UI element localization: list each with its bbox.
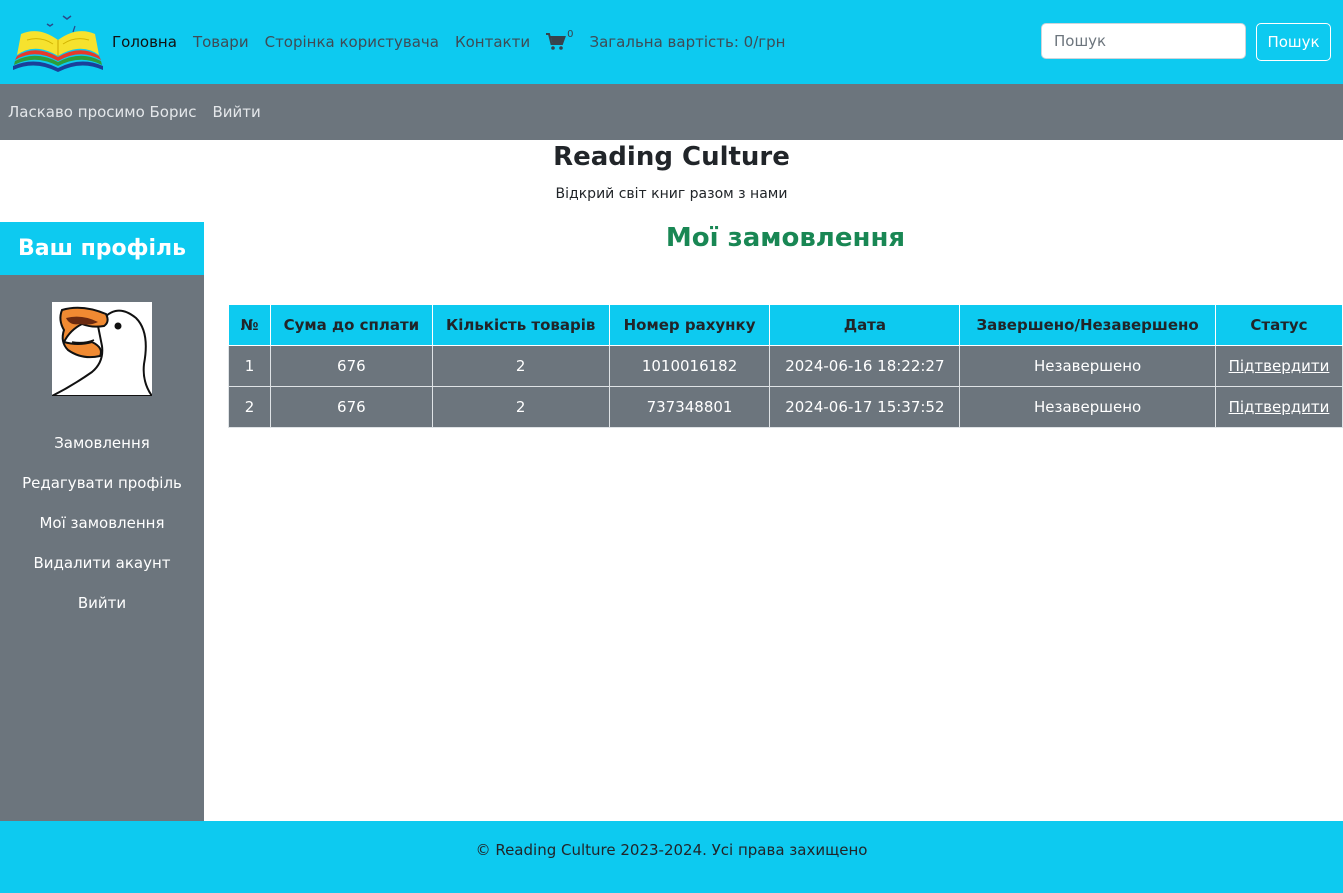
welcome-text: Ласкаво просимо Борис (8, 103, 197, 121)
column-header: Дата (769, 304, 961, 346)
footer-text: © Reading Culture 2023-2024. Усі права з… (475, 841, 868, 859)
search-input[interactable] (1041, 23, 1246, 59)
cart-button[interactable]: 0 (546, 29, 573, 51)
column-header: Завершено/Незавершено (959, 304, 1216, 346)
top-navbar: Головна Товари Сторінка користувача Конт… (0, 0, 1343, 84)
table-cell: 676 (269, 386, 433, 428)
column-header: Кількість товарів (431, 304, 610, 346)
cart-count: 0 (567, 29, 574, 40)
table-cell: Підтвердити (1214, 386, 1343, 428)
main-nav: Головна Товари Сторінка користувача Конт… (112, 0, 785, 84)
sidebar-title: Ваш профіль (0, 222, 204, 275)
confirm-order-link[interactable]: Підтвердити (1229, 398, 1330, 416)
sidebar-menu: Замовлення Редагувати профіль Мої замовл… (0, 428, 204, 628)
table-row: 2 676 2 737348801 2024-06-17 15:37:52 Не… (228, 386, 1343, 428)
avatar-goose-icon (51, 302, 154, 397)
table-cell: 1 (228, 345, 271, 387)
search-button[interactable]: Пошук (1256, 23, 1331, 61)
site-title: Reading Culture (553, 142, 790, 172)
sidebar-item-my-orders[interactable]: Мої замовлення (0, 508, 204, 548)
table-cell: Незавершено (959, 386, 1216, 428)
table-cell: 676 (269, 345, 433, 387)
confirm-order-link[interactable]: Підтвердити (1229, 357, 1330, 375)
orders-table: № Сума до сплати Кількість товарів Номер… (228, 304, 1343, 428)
table-cell: 737348801 (608, 386, 771, 428)
nav-home-link[interactable]: Головна (112, 33, 177, 51)
column-header: Статус (1214, 304, 1343, 346)
cart-icon (546, 33, 567, 50)
cart-total: Загальна вартість: 0/грн (589, 33, 786, 51)
table-cell: Незавершено (959, 345, 1216, 387)
nav-user-page-link[interactable]: Сторінка користувача (265, 33, 439, 51)
column-header: Номер рахунку (608, 304, 771, 346)
avatar (51, 302, 154, 397)
logout-link[interactable]: Вийти (213, 103, 261, 121)
book-logo-icon[interactable] (11, 12, 105, 74)
column-header: № (228, 304, 271, 346)
table-cell: 2 (431, 386, 610, 428)
page-title: Мої замовлення (665, 223, 906, 253)
sidebar-item-edit-profile[interactable]: Редагувати профіль (0, 468, 204, 508)
footer: © Reading Culture 2023-2024. Усі права з… (0, 821, 1343, 893)
table-cell: 2024-06-17 15:37:52 (769, 386, 961, 428)
table-cell: 2 (228, 386, 271, 428)
site-subtitle: Відкрий світ книг разом з нами (555, 186, 788, 202)
sidebar-item-logout[interactable]: Вийти (0, 588, 204, 628)
table-cell: 2 (431, 345, 610, 387)
nav-products-link[interactable]: Товари (193, 33, 249, 51)
sidebar-item-delete-account[interactable]: Видалити акаунт (0, 548, 204, 588)
table-cell: 2024-06-16 18:22:27 (769, 345, 961, 387)
column-header: Сума до сплати (269, 304, 433, 346)
table-header-row: № Сума до сплати Кількість товарів Номер… (228, 304, 1343, 346)
sidebar-item-orders[interactable]: Замовлення (0, 428, 204, 468)
table-row: 1 676 2 1010016182 2024-06-16 18:22:27 Н… (228, 345, 1343, 387)
nav-contacts-link[interactable]: Контакти (455, 33, 530, 51)
table-cell: Підтвердити (1214, 345, 1343, 387)
profile-sidebar: Ваш профіль Замовлення Редагувати профіл… (0, 222, 204, 821)
user-bar: Ласкаво просимо Борис Вийти (0, 84, 1343, 140)
table-cell: 1010016182 (608, 345, 771, 387)
